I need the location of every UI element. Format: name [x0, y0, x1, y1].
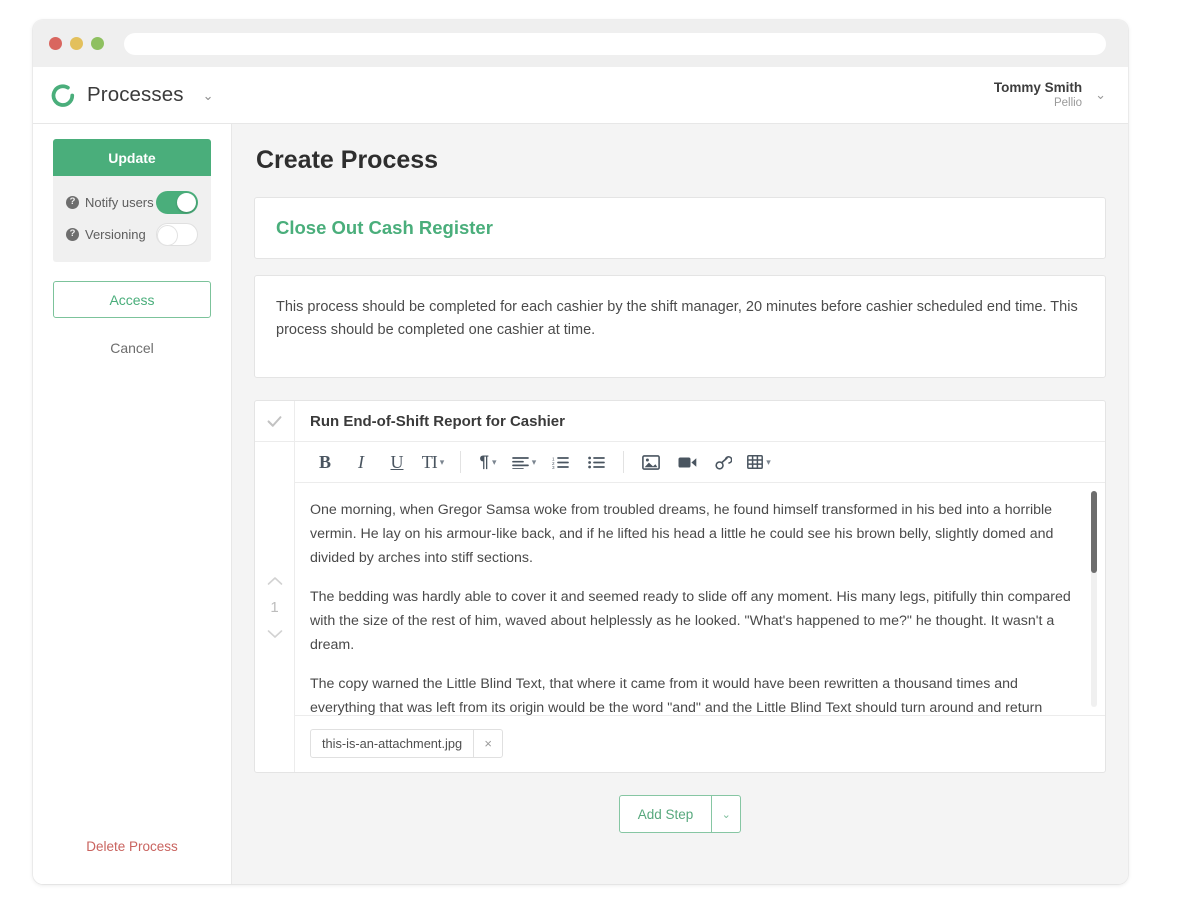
user-info: Tommy Smith Pellio [994, 79, 1082, 111]
bold-button[interactable]: B [307, 442, 343, 483]
editor-toolbar: B I U TI▾ ¶▾ [295, 442, 1105, 483]
browser-window: Processes ⌄ Tommy Smith Pellio ⌄ Update … [33, 20, 1128, 884]
add-step-area: Add Step ⌄ [254, 795, 1106, 833]
close-window-button[interactable] [49, 37, 62, 50]
process-description: This process should be completed for eac… [276, 296, 1084, 343]
user-name: Tommy Smith [994, 79, 1082, 96]
brand-name: Processes [87, 83, 184, 107]
process-title: Close Out Cash Register [276, 217, 1084, 239]
url-input[interactable] [124, 33, 1106, 55]
versioning-toggle[interactable] [156, 223, 198, 246]
editor-paragraph: One morning, when Gregor Samsa woke from… [310, 498, 1077, 570]
help-icon[interactable]: ? [66, 228, 79, 241]
main-content: Create Process Close Out Cash Register T… [232, 124, 1128, 884]
editor-paragraph: The copy warned the Little Blind Text, t… [310, 672, 1077, 715]
chevron-down-icon[interactable]: ⌄ [1095, 87, 1106, 103]
italic-button[interactable]: I [343, 442, 379, 483]
table-button[interactable]: ▾ [741, 442, 777, 483]
maximize-window-button[interactable] [91, 37, 104, 50]
text-size-button[interactable]: TI▾ [415, 442, 451, 483]
step-number: 1 [270, 599, 278, 616]
user-menu[interactable]: Tommy Smith Pellio ⌄ [994, 79, 1106, 111]
delete-process-link[interactable]: Delete Process [33, 839, 231, 854]
page-title: Create Process [256, 146, 1106, 175]
paragraph-button[interactable]: ¶▾ [470, 442, 506, 483]
toolbar-divider [623, 451, 624, 473]
move-step-up-icon[interactable] [267, 576, 283, 586]
editor-column: B I U TI▾ ¶▾ [295, 442, 1105, 772]
option-notify-users: ? Notify users [66, 186, 198, 218]
step-reorder-controls: 1 [255, 442, 295, 772]
underline-button[interactable]: U [379, 442, 415, 483]
video-button[interactable] [669, 442, 705, 483]
step-body: 1 B I U TI▾ [255, 442, 1105, 772]
toggle-knob [158, 226, 177, 245]
notify-users-label: Notify users [85, 195, 154, 210]
versioning-label: Versioning [85, 227, 146, 242]
unordered-list-button[interactable] [578, 442, 614, 483]
help-icon[interactable]: ? [66, 196, 79, 209]
step-card: Run End-of-Shift Report for Cashier 1 [254, 400, 1106, 773]
app-header: Processes ⌄ Tommy Smith Pellio ⌄ [33, 67, 1128, 124]
option-label-wrap: ? Notify users [66, 195, 154, 210]
add-step-button[interactable]: Add Step [620, 796, 712, 832]
attachment-filename: this-is-an-attachment.jpg [311, 730, 473, 757]
chevron-down-icon[interactable]: ⌄ [203, 89, 214, 102]
attachment-chip[interactable]: this-is-an-attachment.jpg × [310, 729, 503, 758]
align-button[interactable]: ▾ [506, 442, 542, 483]
link-button[interactable] [705, 442, 741, 483]
editor-scrollbar[interactable] [1091, 491, 1097, 707]
option-versioning: ? Versioning [66, 218, 198, 250]
cancel-link[interactable]: Cancel [53, 340, 211, 356]
browser-titlebar [33, 20, 1128, 67]
editor-scrollbar-thumb[interactable] [1091, 491, 1097, 573]
notify-users-toggle[interactable] [156, 191, 198, 214]
process-title-card[interactable]: Close Out Cash Register [254, 197, 1106, 259]
chevron-down-icon[interactable]: ⌄ [711, 796, 740, 832]
app-body: Update ? Notify users ? Versioning [33, 124, 1128, 884]
minimize-window-button[interactable] [70, 37, 83, 50]
access-button[interactable]: Access [53, 281, 211, 318]
move-step-down-icon[interactable] [267, 629, 283, 639]
toolbar-divider [460, 451, 461, 473]
option-label-wrap: ? Versioning [66, 227, 146, 242]
ordered-list-button[interactable]: 1 2 3 [542, 442, 578, 483]
check-icon[interactable] [255, 401, 295, 441]
sidebar: Update ? Notify users ? Versioning [33, 124, 232, 884]
svg-text:3: 3 [552, 465, 555, 469]
update-button[interactable]: Update [53, 139, 211, 176]
editor-content[interactable]: One morning, when Gregor Samsa woke from… [295, 483, 1105, 715]
step-title[interactable]: Run End-of-Shift Report for Cashier [295, 401, 565, 441]
image-button[interactable] [633, 442, 669, 483]
add-step-split-button: Add Step ⌄ [619, 795, 742, 833]
user-org: Pellio [994, 96, 1082, 111]
pellio-ring-logo-icon [51, 83, 76, 108]
toggle-knob [177, 193, 196, 212]
traffic-lights [49, 37, 104, 50]
attachments-row: this-is-an-attachment.jpg × [295, 715, 1105, 772]
process-description-card[interactable]: This process should be completed for eac… [254, 275, 1106, 378]
update-options-panel: ? Notify users ? Versioning [53, 176, 211, 262]
editor-paragraph: The bedding was hardly able to cover it … [310, 585, 1077, 657]
brand-area[interactable]: Processes ⌄ [51, 83, 214, 108]
step-header: Run End-of-Shift Report for Cashier [255, 401, 1105, 442]
close-icon[interactable]: × [473, 730, 502, 757]
